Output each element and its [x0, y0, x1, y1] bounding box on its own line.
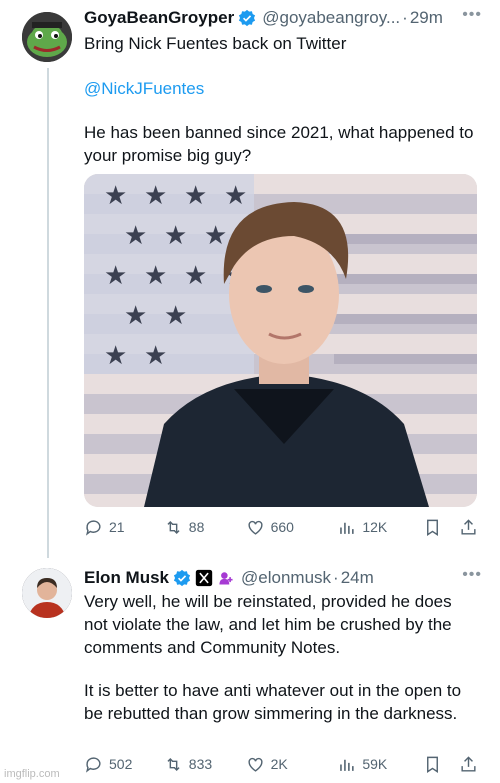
- views-chart-icon: [340, 759, 354, 771]
- bookmark-button[interactable]: [423, 755, 459, 774]
- svg-text:★: ★: [184, 260, 207, 290]
- more-options-icon[interactable]: •••: [462, 566, 482, 584]
- x-logo-icon: [195, 569, 213, 587]
- reply-button[interactable]: 502: [84, 755, 164, 774]
- display-name[interactable]: GoyaBeanGroyper: [84, 8, 234, 28]
- svg-text:★: ★: [204, 220, 227, 250]
- svg-text:★: ★: [124, 300, 147, 330]
- verified-badge-icon: [239, 9, 256, 27]
- tweet-text-line1: Bring Nick Fuentes back on Twitter: [84, 34, 347, 53]
- tweet-goyabeangroyper[interactable]: GoyaBeanGroyper @goyabeangroy... · 29m •…: [0, 0, 500, 545]
- like-count: 2K: [270, 756, 288, 772]
- watermark: imgflip.com: [4, 768, 60, 780]
- more-options-icon[interactable]: •••: [462, 6, 482, 24]
- tweet-actions: 21 88 660 12K: [84, 516, 478, 538]
- svg-text:★: ★: [124, 220, 147, 250]
- tweet-photo[interactable]: ★★ ★★ ★★ ★ ★★ ★★ ★★ ★★: [84, 174, 477, 507]
- bookmark-icon: [427, 519, 439, 536]
- svg-text:★: ★: [104, 260, 127, 290]
- share-icon: [461, 755, 476, 772]
- handle[interactable]: @goyabeangroy...: [262, 8, 400, 28]
- heart-icon: [248, 757, 263, 772]
- views-chart-icon: [340, 522, 354, 534]
- svg-text:★: ★: [104, 180, 127, 210]
- timestamp[interactable]: 24m: [341, 568, 374, 588]
- reply-count: 21: [109, 519, 125, 535]
- tweet-actions: 502 833 2K 59K: [84, 753, 478, 775]
- reply-count: 502: [109, 756, 133, 772]
- separator-dot: ·: [333, 568, 339, 587]
- svg-text:★: ★: [184, 180, 207, 210]
- frog-avatar-icon: [22, 12, 72, 62]
- like-button[interactable]: 660: [246, 518, 338, 537]
- tweet-header: Elon Musk @elonmusk · 24m •••: [84, 566, 482, 590]
- portrait-photo-image: ★★ ★★ ★★ ★ ★★ ★★ ★★ ★★: [84, 174, 477, 507]
- views-count: 12K: [362, 519, 388, 535]
- timestamp[interactable]: 29m: [410, 8, 443, 28]
- views-count: 59K: [362, 756, 388, 772]
- reply-icon: [85, 519, 101, 536]
- tweet-elonmusk[interactable]: Elon Musk @elonmusk · 24m ••• Very well,…: [0, 560, 500, 783]
- reply-icon: [85, 756, 101, 773]
- handle[interactable]: @elonmusk: [241, 568, 331, 588]
- views-button[interactable]: 12K: [337, 518, 423, 537]
- repost-icon: [167, 757, 180, 771]
- repost-count: 88: [188, 519, 205, 535]
- svg-text:★: ★: [144, 260, 167, 290]
- repost-button[interactable]: 833: [164, 755, 246, 774]
- affiliation-badge-icon: [219, 572, 233, 585]
- share-button[interactable]: [459, 755, 478, 774]
- avatar[interactable]: [22, 12, 72, 62]
- repost-count: 833: [188, 756, 213, 772]
- svg-text:★: ★: [224, 180, 247, 210]
- share-icon: [461, 518, 476, 535]
- svg-text:★: ★: [164, 300, 187, 330]
- avatar[interactable]: [22, 568, 72, 618]
- like-button[interactable]: 2K: [246, 755, 338, 774]
- bookmark-button[interactable]: [423, 518, 459, 537]
- tweet-text-paragraph1: Very well, he will be reinstated, provid…: [84, 592, 457, 657]
- svg-text:★: ★: [164, 220, 187, 250]
- tweet-text-paragraph2: It is better to have anti whatever out i…: [84, 681, 466, 723]
- repost-button[interactable]: 88: [164, 518, 246, 537]
- tweet-header: GoyaBeanGroyper @goyabeangroy... · 29m •…: [84, 6, 482, 30]
- bookmark-icon: [427, 756, 439, 773]
- svg-text:★: ★: [144, 340, 167, 370]
- views-button[interactable]: 59K: [337, 755, 423, 774]
- tweet-text-line2: He has been banned since 2021, what happ…: [84, 123, 479, 165]
- separator-dot: ·: [402, 8, 408, 27]
- like-count: 660: [270, 519, 294, 535]
- mention-link[interactable]: @NickJFuentes: [84, 77, 476, 100]
- heart-icon: [248, 520, 263, 535]
- svg-text:★: ★: [144, 180, 167, 210]
- repost-icon: [167, 520, 180, 534]
- person-avatar-icon: [22, 568, 72, 618]
- svg-text:★: ★: [104, 340, 127, 370]
- verified-badge-icon: [173, 569, 191, 587]
- share-button[interactable]: [459, 518, 478, 537]
- display-name[interactable]: Elon Musk: [84, 568, 169, 588]
- reply-button[interactable]: 21: [84, 518, 164, 537]
